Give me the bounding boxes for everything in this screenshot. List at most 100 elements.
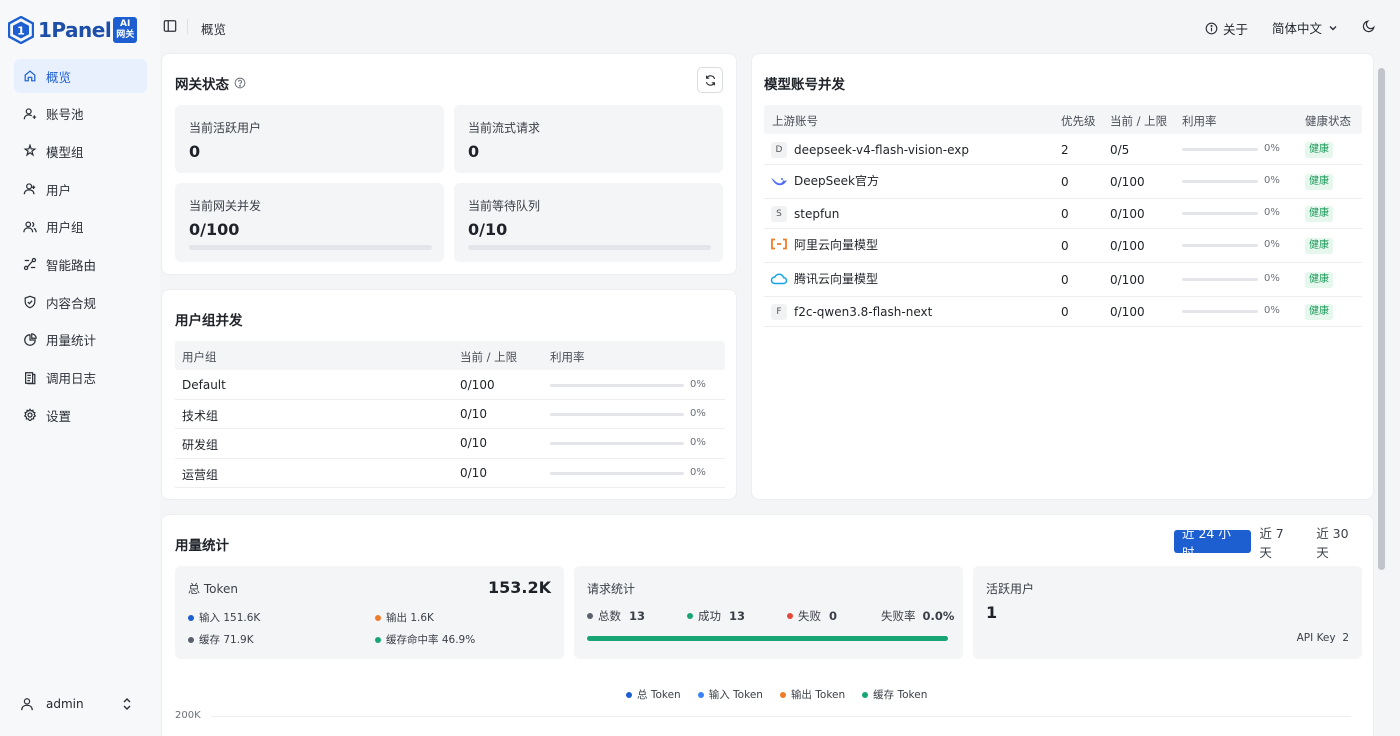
range-24h[interactable]: 近 24 小时 (1174, 526, 1252, 560)
range-30d[interactable]: 近 30 天 (1308, 526, 1373, 560)
model-account-title: 模型账号并发 (764, 77, 845, 93)
sidebar-item-compliance[interactable]: 内容合规 (14, 285, 147, 319)
active-users-summary: 活跃用户 1 API Key 2 (973, 566, 1362, 659)
table-row[interactable]: S stepfun 0 0/100 0% 健康 (764, 199, 1362, 229)
table-row[interactable]: F f2c-qwen3.8-flash-next 0 0/100 0% 健康 (764, 297, 1362, 327)
page-scrollbar[interactable] (1378, 56, 1385, 728)
account-priority: 0 (1061, 239, 1069, 253)
col-upstream: 上游账号 (772, 114, 818, 128)
usage-bar (550, 413, 684, 416)
route-icon (23, 257, 37, 271)
usage-pct: 0% (1264, 143, 1280, 154)
pie-chart-icon (23, 333, 37, 347)
sidebar-item-label: 智能路由 (46, 257, 97, 273)
table-row[interactable]: 腾讯云向量模型 0 0/100 0% 健康 (764, 263, 1362, 297)
queue-progress-bar (468, 245, 711, 250)
group-name: Default (182, 378, 226, 392)
token-cache-hit-text: 缓存命中率 46.9% (386, 634, 476, 646)
svg-text:1: 1 (17, 25, 25, 38)
legend-input-token[interactable]: 输入 Token (697, 687, 763, 702)
table-row[interactable]: 阿里云向量模型 0 0/100 0% 健康 (764, 229, 1362, 263)
sidebar-toggle-icon[interactable] (163, 19, 177, 33)
aliyun-icon (771, 238, 787, 250)
table-row[interactable]: DeepSeek官方 0 0/100 0% 健康 (764, 165, 1362, 199)
sidebar-item-model-group[interactable]: 模型组 (14, 134, 147, 168)
top-header: 概览 关于 简体中文 (160, 0, 1400, 52)
legend-total-token[interactable]: 总 Token (626, 687, 681, 702)
health-badge: 健康 (1305, 272, 1333, 288)
api-key-count: API Key 2 (1297, 632, 1349, 644)
scrollbar-thumb[interactable] (1378, 68, 1385, 570)
usage-pct: 0% (1264, 175, 1280, 186)
output-dot (375, 614, 381, 621)
table-header: 上游账号 优先级 当前 / 上限 利用率 健康状态 (764, 105, 1362, 134)
user-group-table: 用户组 当前 / 上限 利用率 Default 0/100 0% 技术组 0/1… (175, 341, 725, 489)
usage-bar (550, 472, 684, 475)
chart-legend: 总 Token 输入 Token 输出 Token 缓存 Token (626, 687, 944, 702)
usage-bar (1182, 180, 1258, 183)
table-row[interactable]: Default 0/100 0% (175, 370, 725, 400)
user-avatar-icon (21, 698, 33, 711)
sidebar-item-call-logs[interactable]: 调用日志 (14, 361, 147, 395)
usage-bar (1182, 244, 1258, 247)
stat-label: 当前流式请求 (468, 121, 541, 135)
table-row[interactable]: 研发组 0/10 0% (175, 429, 725, 459)
breadcrumb: 概览 (201, 22, 227, 37)
sidebar-item-account-pool[interactable]: 账号池 (14, 97, 147, 131)
account-priority: 2 (1061, 143, 1069, 157)
active-users-label: 活跃用户 (986, 582, 1035, 596)
sidebar-nav: 概览 账号池 模型组 用户 用户组 智能路由 内容合规 用量统计 调用日志 设置 (14, 59, 147, 436)
legend-output-token[interactable]: 输出 Token (779, 687, 845, 702)
legend-dot (697, 691, 704, 698)
token-input: 输入 151.6K (188, 610, 260, 625)
table-row[interactable]: 运营组 0/10 0% (175, 459, 725, 488)
sidebar-item-users[interactable]: 用户 (14, 172, 147, 206)
usage-pct: 0% (1264, 207, 1280, 218)
account-name: deepseek-v4-flash-vision-exp (794, 143, 970, 157)
account-priority: 0 (1061, 207, 1069, 221)
fail-dot (787, 613, 793, 619)
range-7d[interactable]: 近 7 天 (1251, 526, 1308, 560)
request-fail-rate-label: 失败率 (881, 609, 916, 623)
col-limit: 当前 / 上限 (460, 350, 518, 364)
usage-bar (550, 384, 684, 387)
token-output: 输出 1.6K (375, 610, 434, 625)
stat-active-users: 当前活跃用户 0 (175, 105, 444, 173)
usage-pct: 0% (1264, 273, 1280, 284)
table-header: 用户组 当前 / 上限 利用率 (175, 341, 725, 370)
health-badge: 健康 (1305, 238, 1333, 254)
about-button[interactable]: 关于 (1205, 19, 1248, 38)
usage-pct: 0% (1264, 305, 1280, 316)
usage-pct: 0% (1264, 239, 1280, 250)
total-dot (587, 613, 593, 619)
user-group-title: 用户组并发 (175, 313, 243, 329)
sidebar-item-overview[interactable]: 概览 (14, 59, 147, 93)
log-icon (23, 371, 37, 385)
legend-label: 总 Token (637, 689, 681, 701)
brand-logo[interactable]: 1 1Panel AI 网关 (8, 12, 138, 48)
table-row[interactable]: D deepseek-v4-flash-vision-exp 2 0/5 0% … (764, 134, 1362, 165)
sidebar-item-user-group[interactable]: 用户组 (14, 210, 147, 244)
sidebar-item-usage-stats[interactable]: 用量统计 (14, 323, 147, 357)
usage-pct: 0% (690, 408, 706, 419)
help-icon[interactable] (234, 77, 246, 89)
sidebar-item-settings[interactable]: 设置 (14, 398, 147, 432)
language-select[interactable]: 简体中文 (1272, 18, 1338, 37)
legend-cache-token[interactable]: 缓存 Token (862, 687, 927, 702)
refresh-button[interactable] (697, 67, 723, 93)
table-row[interactable]: 技术组 0/10 0% (175, 400, 725, 429)
usage-bar (1182, 310, 1258, 313)
user-menu[interactable]: admin (14, 688, 147, 720)
user-icon (23, 182, 37, 196)
model-account-table: 上游账号 优先级 当前 / 上限 利用率 健康状态 D deepseek-v4-… (764, 105, 1362, 327)
request-total-value: 13 (629, 609, 646, 623)
user-pool-icon (23, 107, 37, 121)
col-priority: 优先级 (1061, 114, 1096, 128)
sidebar-item-smart-routing[interactable]: 智能路由 (14, 247, 147, 281)
account-name: DeepSeek官方 (794, 174, 879, 188)
request-fail-rate-value: 0.0% (922, 609, 955, 623)
moon-icon[interactable] (1362, 19, 1376, 33)
model-account-card: 模型账号并发 上游账号 优先级 当前 / 上限 利用率 健康状态 D deeps… (751, 53, 1374, 500)
request-success-value: 13 (729, 609, 746, 623)
tencent-cloud-icon (770, 273, 788, 285)
